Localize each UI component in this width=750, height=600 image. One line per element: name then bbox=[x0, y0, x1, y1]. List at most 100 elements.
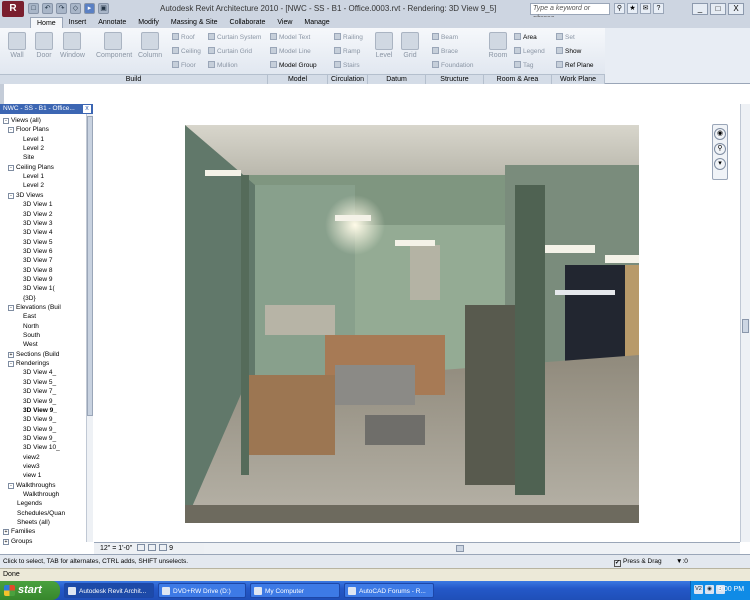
vertical-scrollbar[interactable] bbox=[740, 104, 750, 542]
show-work-plane-button[interactable]: Show bbox=[556, 47, 581, 55]
qat-open-icon[interactable]: □ bbox=[28, 3, 39, 14]
tree-item[interactable]: 3D View 5 bbox=[23, 238, 53, 247]
tab-insert[interactable]: Insert bbox=[63, 17, 93, 28]
window-button[interactable]: Window bbox=[60, 32, 85, 59]
tree-item[interactable]: 3D View 7 bbox=[23, 256, 53, 265]
expand-icon[interactable]: + bbox=[3, 529, 9, 536]
collapse-icon[interactable]: - bbox=[8, 361, 14, 368]
tree-item[interactable]: 3D View 1 bbox=[23, 200, 53, 209]
tree-item[interactable]: view2 bbox=[23, 453, 40, 462]
vertical-scrollbar-thumb[interactable] bbox=[742, 319, 749, 333]
tree-item[interactable]: + Groups bbox=[3, 537, 32, 546]
press-drag-toggle[interactable]: ✓ Press & Drag bbox=[614, 558, 662, 567]
tree-item[interactable]: 3D View 3 bbox=[23, 219, 53, 228]
tree-item[interactable]: - Views (all) bbox=[3, 116, 41, 125]
tree-item[interactable]: 3D View 4_ bbox=[23, 368, 56, 377]
tree-item[interactable]: 3D View 10_ bbox=[23, 443, 60, 452]
tree-item[interactable]: -3D Views bbox=[8, 191, 43, 200]
view-scale[interactable]: 12" = 1'-0" bbox=[100, 545, 132, 552]
tree-item[interactable]: 3D View 5_ bbox=[23, 378, 56, 387]
tree-item[interactable]: 3D View 4 bbox=[23, 228, 53, 237]
collapse-icon[interactable]: - bbox=[8, 305, 14, 311]
tab-collaborate[interactable]: Collaborate bbox=[224, 17, 272, 28]
tree-item[interactable]: Level 1 bbox=[23, 135, 44, 144]
room-button[interactable]: Room bbox=[486, 32, 510, 59]
start-button[interactable]: start bbox=[0, 581, 60, 600]
tree-item[interactable]: 3D View 9 bbox=[23, 275, 53, 284]
horizontal-scrollbar-thumb[interactable] bbox=[456, 545, 464, 552]
ramp-button[interactable]: Ramp bbox=[334, 47, 360, 55]
tree-item[interactable]: Level 1 bbox=[23, 172, 44, 181]
qat-undo-icon[interactable]: ↶ bbox=[42, 3, 53, 14]
qat-select-icon[interactable]: ▸ bbox=[84, 3, 95, 14]
tray-v2-icon[interactable]: V2 bbox=[694, 585, 703, 594]
door-button[interactable]: Door bbox=[32, 32, 56, 59]
communication-icon[interactable]: ✉ bbox=[640, 3, 651, 14]
brace-button[interactable]: Brace bbox=[432, 47, 458, 55]
zoom-menu-icon[interactable]: ▾ bbox=[714, 158, 726, 170]
tree-item[interactable]: 3D View 7_ bbox=[23, 387, 56, 396]
scrollbar-thumb[interactable] bbox=[87, 116, 93, 416]
project-browser-scrollbar[interactable] bbox=[86, 114, 93, 542]
horizontal-scrollbar[interactable] bbox=[204, 542, 740, 554]
minimize-button[interactable]: _ bbox=[692, 3, 708, 15]
filter-count[interactable]: ▼:0 bbox=[676, 558, 688, 565]
floor-button[interactable]: Floor bbox=[172, 61, 196, 69]
expand-icon[interactable]: + bbox=[8, 351, 14, 358]
taskbar-item-dvd-drive[interactable]: DVD+RW Drive (D:) bbox=[158, 583, 246, 598]
tree-item[interactable]: 3D View 2 bbox=[23, 210, 53, 219]
taskbar-item-autocad-forums[interactable]: AutoCAD Forums - R... bbox=[344, 583, 434, 598]
railing-button[interactable]: Railing bbox=[334, 33, 363, 41]
shadows-icon[interactable] bbox=[159, 544, 168, 551]
grid-button[interactable]: Grid bbox=[398, 32, 422, 59]
model-line-button[interactable]: Model Line bbox=[270, 47, 311, 55]
tree-item[interactable]: view 1 bbox=[23, 471, 41, 480]
maximize-button[interactable]: □ bbox=[710, 3, 726, 15]
search-input[interactable]: Type a keyword or phrase bbox=[530, 3, 610, 22]
tag-button[interactable]: Tag bbox=[514, 61, 533, 69]
ref-plane-button[interactable]: Ref Plane bbox=[556, 61, 594, 69]
qat-measure-icon[interactable]: ◇ bbox=[70, 3, 81, 14]
tree-item[interactable]: North bbox=[23, 322, 39, 331]
expand-icon[interactable]: + bbox=[3, 538, 9, 545]
qat-3d-view-icon[interactable]: ▣ bbox=[98, 3, 109, 14]
tree-item[interactable]: 3D View 9_ bbox=[23, 425, 56, 434]
taskbar-item-revit[interactable]: Autodesk Revit Archit... bbox=[64, 583, 154, 598]
tree-item[interactable]: - Ceiling Plans bbox=[8, 163, 54, 172]
column-button[interactable]: Column bbox=[138, 32, 162, 59]
mullion-button[interactable]: Mullion bbox=[208, 61, 238, 69]
collapse-icon[interactable]: - bbox=[8, 482, 14, 489]
taskbar-item-my-computer[interactable]: My Computer bbox=[250, 583, 340, 598]
tree-item[interactable]: 3D View 9_ bbox=[23, 406, 57, 415]
component-button[interactable]: Component bbox=[96, 32, 132, 59]
set-work-plane-button[interactable]: Set bbox=[556, 33, 575, 41]
tree-item[interactable]: 3D View 8 bbox=[23, 266, 53, 275]
tree-item[interactable]: East bbox=[23, 312, 36, 321]
tree-item[interactable]: 3D View 9_ bbox=[23, 397, 56, 406]
tree-item[interactable]: - Walkthroughs bbox=[8, 481, 56, 490]
level-button[interactable]: Level bbox=[372, 32, 396, 59]
tree-item[interactable]: Schedules/Quan bbox=[17, 509, 65, 518]
tree-item[interactable]: + Sections (Build bbox=[8, 350, 59, 359]
tab-annotate[interactable]: Annotate bbox=[92, 17, 132, 28]
detail-level-icon[interactable] bbox=[137, 544, 146, 551]
tree-item[interactable]: 3D View 9_ bbox=[23, 434, 56, 443]
legend-button[interactable]: Legend bbox=[514, 47, 545, 55]
tree-item[interactable]: 3D View 6 bbox=[23, 247, 53, 256]
foundation-button[interactable]: Foundation bbox=[432, 61, 474, 69]
tree-item[interactable]: Site bbox=[23, 153, 34, 162]
tree-item[interactable]: Level 2 bbox=[23, 144, 44, 153]
tree-item[interactable]: - Floor Plans bbox=[8, 125, 49, 134]
tree-item[interactable]: - Elevations (Buil bbox=[8, 303, 61, 312]
tab-massing-site[interactable]: Massing & Site bbox=[165, 17, 224, 28]
tree-item[interactable]: Walkthrough bbox=[23, 490, 59, 499]
tree-item[interactable]: West bbox=[23, 340, 38, 349]
roof-button[interactable]: Roof bbox=[172, 33, 195, 41]
curtain-system-button[interactable]: Curtain System bbox=[208, 33, 261, 41]
tree-item[interactable]: + Families bbox=[3, 527, 35, 536]
tree-item[interactable]: Sheets (all) bbox=[17, 518, 50, 527]
close-button[interactable]: X bbox=[728, 3, 744, 15]
tab-manage[interactable]: Manage bbox=[298, 17, 335, 28]
collapse-icon[interactable]: - bbox=[8, 164, 14, 171]
area-button[interactable]: Area bbox=[514, 33, 537, 41]
